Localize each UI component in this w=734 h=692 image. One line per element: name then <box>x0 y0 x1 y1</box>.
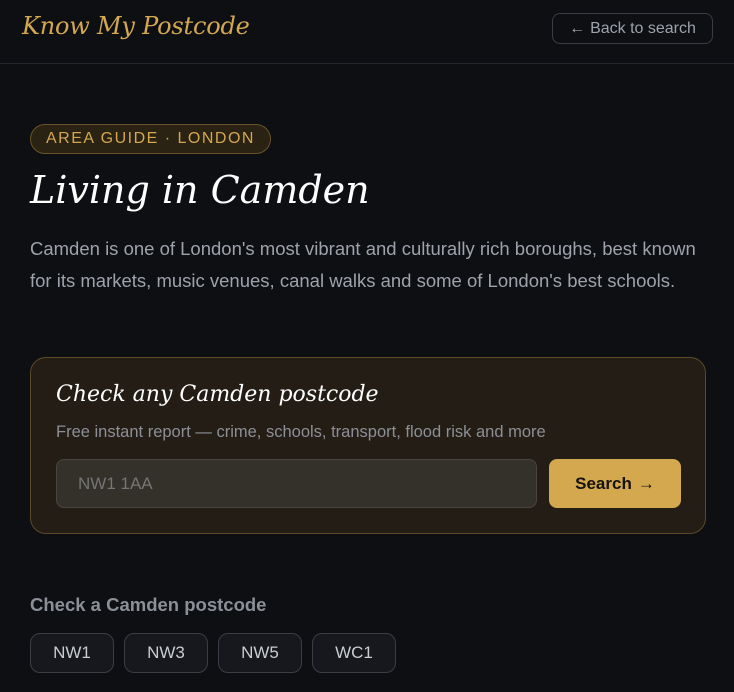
arrow-left-icon: ← <box>569 19 586 37</box>
top-header: Know My Postcode ← Back to search <box>0 0 734 64</box>
postcode-list-heading: Check a Camden postcode <box>30 594 267 615</box>
postcode-chip-nw5[interactable]: NW5 <box>218 633 302 673</box>
search-button-label: Search <box>575 473 632 493</box>
postcode-search-card: Check any Camden postcode Free instant r… <box>30 357 706 534</box>
site-logo[interactable]: Know My Postcode <box>22 12 250 40</box>
back-to-search-button[interactable]: ← Back to search <box>552 13 713 44</box>
search-card-subtitle: Free instant report — crime, schools, tr… <box>56 423 546 441</box>
postcode-chip-nw3[interactable]: NW3 <box>124 633 208 673</box>
postcode-chip-list: NW1 NW3 NW5 WC1 <box>30 633 396 673</box>
arrow-right-icon: → <box>637 473 655 493</box>
postcode-chip-wc1[interactable]: WC1 <box>312 633 396 673</box>
postcode-input[interactable] <box>56 459 537 508</box>
search-card-title: Check any Camden postcode <box>56 382 379 407</box>
page-title: Living in Camden <box>30 168 370 212</box>
intro-text: Camden is one of London's most vibrant a… <box>30 238 696 291</box>
search-button[interactable]: Search → <box>549 459 681 508</box>
area-guide-badge: AREA GUIDE · LONDON <box>30 124 271 154</box>
back-to-search-label: Back to search <box>590 19 696 37</box>
postcode-chip-nw1[interactable]: NW1 <box>30 633 114 673</box>
